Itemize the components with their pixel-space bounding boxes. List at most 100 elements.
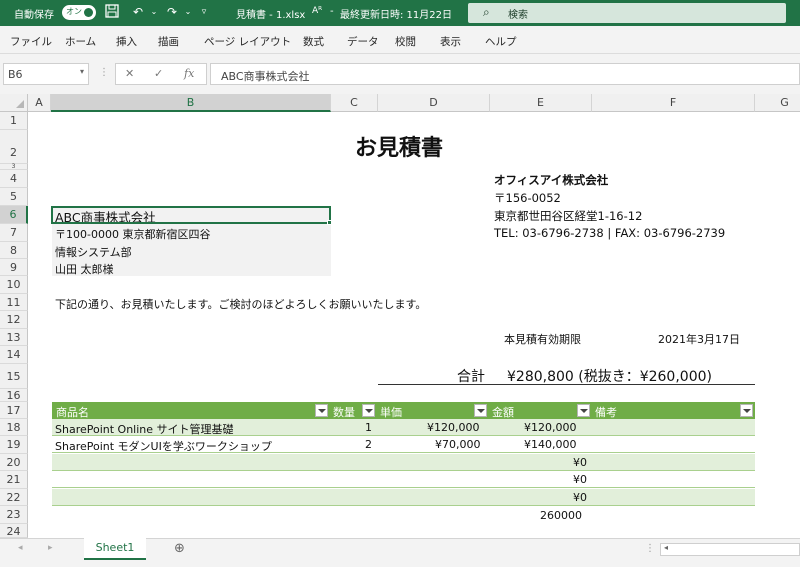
row-header[interactable]: 18 [0, 419, 28, 436]
filter-dropdown-icon[interactable] [740, 404, 753, 417]
document-heading[interactable]: お見積書 [355, 130, 443, 162]
column-header[interactable]: D [378, 94, 490, 112]
name-box[interactable]: B6 ▾ [3, 63, 89, 85]
row-header[interactable]: 10 [0, 276, 28, 294]
row-header[interactable]: 1 [0, 112, 28, 130]
tab-help[interactable]: ヘルプ [485, 34, 517, 49]
fill-handle[interactable] [327, 220, 332, 225]
scroll-left-arrow-icon[interactable]: ◂ [664, 543, 668, 552]
document-title[interactable]: 見積書 - 1.xlsx [236, 6, 305, 21]
row-header[interactable]: 12 [0, 311, 28, 329]
subtotal-value[interactable]: 260000 [540, 509, 582, 522]
cell-qty[interactable]: 1 [365, 421, 372, 434]
row-header[interactable]: 13 [0, 329, 28, 346]
row-header[interactable]: 21 [0, 471, 28, 489]
total-label[interactable]: 合計 [457, 366, 485, 386]
cell-amount[interactable]: ¥0 [573, 491, 587, 504]
filter-dropdown-icon[interactable] [315, 404, 328, 417]
cell-product[interactable]: SharePoint モダンUIを学ぶワークショップ [55, 438, 272, 454]
row-header[interactable]: 4 [0, 170, 28, 188]
scroll-right-icon[interactable]: ▸ [48, 543, 53, 553]
cell-product[interactable]: SharePoint Online サイト管理基礎 [55, 421, 234, 437]
tab-insert[interactable]: 挿入 [116, 34, 137, 49]
row-header[interactable]: 5 [0, 188, 28, 206]
recipient-person[interactable]: 山田 太郎様 [55, 261, 114, 277]
row-header[interactable]: 11 [0, 294, 28, 311]
cell-price[interactable]: ¥120,000 [427, 421, 480, 434]
issuer-contact[interactable]: TEL: 03-6796-2738 | FAX: 03-6796-2739 [494, 226, 725, 240]
header-price[interactable]: 単価 [380, 404, 402, 420]
column-header[interactable]: F [592, 94, 755, 112]
horizontal-scrollbar[interactable]: ◂ [660, 543, 800, 556]
row-header[interactable]: 16 [0, 389, 28, 402]
recipient-address[interactable]: 〒100-0000 東京都新宿区四谷 [55, 226, 210, 242]
column-header-selected[interactable]: B [51, 94, 331, 112]
cell-qty[interactable]: 2 [365, 438, 372, 451]
row-header[interactable]: 14 [0, 346, 28, 364]
undo-dropdown-icon[interactable]: ⌄ [146, 4, 162, 20]
undo-icon[interactable]: ↶ [130, 4, 146, 20]
row-header[interactable]: 8 [0, 242, 28, 259]
tab-home[interactable]: ホーム [65, 34, 96, 49]
redo-dropdown-icon[interactable]: ⌄ [180, 4, 196, 20]
filter-dropdown-icon[interactable] [577, 404, 590, 417]
row-header-selected[interactable]: 6 [0, 206, 28, 224]
select-all-corner[interactable] [0, 94, 28, 112]
tab-page-layout[interactable]: ページ レイアウト [204, 34, 291, 49]
tab-formulas[interactable]: 数式 [303, 34, 324, 49]
save-icon[interactable] [104, 4, 120, 20]
chevron-down-icon[interactable]: ▾ [80, 67, 84, 76]
sheet-tab-active[interactable]: Sheet1 [84, 538, 146, 560]
tab-draw[interactable]: 描画 [158, 34, 179, 49]
header-amount[interactable]: 金額 [492, 404, 514, 420]
insert-function-icon[interactable]: fx [184, 67, 194, 80]
column-header[interactable]: C [331, 94, 378, 112]
redo-icon[interactable]: ↷ [164, 4, 180, 20]
row-header[interactable]: 9 [0, 259, 28, 276]
column-header[interactable]: E [490, 94, 592, 112]
filter-dropdown-icon[interactable] [362, 404, 375, 417]
filter-dropdown-icon[interactable] [474, 404, 487, 417]
row-header[interactable]: 15 [0, 364, 28, 389]
issuer-company[interactable]: オフィスアイ株式会社 [494, 172, 608, 188]
column-header[interactable]: A [28, 94, 51, 112]
validity-date[interactable]: 2021年3月17日 [658, 331, 740, 347]
tab-view[interactable]: 表示 [440, 34, 461, 49]
customize-toolbar-icon[interactable]: ▿ [196, 4, 212, 20]
row-header[interactable]: 22 [0, 489, 28, 506]
cell-amount[interactable]: ¥120,000 [524, 421, 577, 434]
validity-label[interactable]: 本見積有効期限 [504, 331, 581, 347]
add-sheet-icon[interactable]: ⊕ [174, 541, 185, 556]
row-header[interactable]: 17 [0, 402, 28, 419]
row-header[interactable]: 2 [0, 130, 28, 164]
confirm-icon[interactable]: ✓ [154, 67, 163, 80]
column-header[interactable]: G [755, 94, 800, 112]
table-row: ¥0 [52, 454, 755, 471]
row-header[interactable]: 7 [0, 224, 28, 242]
cancel-icon[interactable]: ✕ [125, 67, 134, 80]
header-qty[interactable]: 数量 [333, 404, 355, 420]
recipient-department[interactable]: 情報システム部 [55, 244, 132, 260]
cell-amount[interactable]: ¥0 [573, 473, 587, 486]
issuer-postal[interactable]: 〒156-0052 [494, 190, 561, 206]
row-header[interactable]: 24 [0, 524, 28, 538]
cell-amount[interactable]: ¥140,000 [524, 438, 577, 451]
cell-price[interactable]: ¥70,000 [435, 438, 481, 451]
search-box[interactable]: ⌕ 検索 [468, 3, 786, 23]
autosave-toggle[interactable]: オン [62, 5, 96, 20]
row-header[interactable]: 19 [0, 436, 28, 454]
tab-file[interactable]: ファイル [10, 34, 52, 49]
scroll-left-icon[interactable]: ◂ [18, 543, 23, 553]
cell-amount[interactable]: ¥0 [573, 456, 587, 469]
header-product[interactable]: 商品名 [56, 404, 89, 420]
issuer-address[interactable]: 東京都世田谷区経堂1-16-12 [494, 208, 642, 224]
row-header[interactable]: 20 [0, 454, 28, 471]
total-value[interactable]: ¥280,800 (税抜き：¥260,000) [507, 366, 712, 386]
tab-data[interactable]: データ [347, 34, 379, 49]
formula-input[interactable]: ABC商事株式会社 [210, 63, 800, 85]
header-note[interactable]: 備考 [595, 404, 617, 420]
intro-text[interactable]: 下記の通り、お見積いたします。ご検討のほどよろしくお願いいたします。 [55, 296, 426, 312]
tab-review[interactable]: 校閲 [395, 34, 416, 49]
toggle-knob [84, 8, 93, 17]
row-header[interactable]: 23 [0, 506, 28, 524]
